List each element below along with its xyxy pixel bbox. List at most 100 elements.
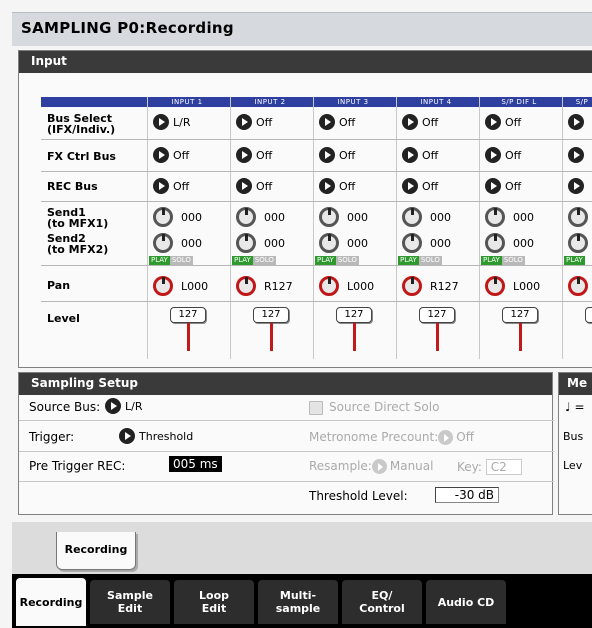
arrow-right-icon xyxy=(236,114,252,130)
pan-input1[interactable]: L000 xyxy=(153,276,208,296)
play-indicator[interactable]: PLAY xyxy=(481,256,502,265)
send1-input3[interactable]: 000 xyxy=(319,207,368,227)
play-solo-input4[interactable]: PLAY SOLO xyxy=(398,256,442,265)
arrow-right-icon xyxy=(402,147,418,163)
tab-sample-edit[interactable]: Sample Edit xyxy=(90,580,170,624)
level-slider-spdif-r[interactable]: 1 xyxy=(585,307,592,323)
threshold-level-value: -30 dB xyxy=(435,487,499,503)
pre-trigger-rec-field[interactable]: 005 ms xyxy=(169,456,222,472)
fx-ctrl-bus-input4[interactable]: Off xyxy=(402,147,438,163)
rec-bus-input2[interactable]: Off xyxy=(236,178,272,194)
arrow-right-icon xyxy=(153,114,169,130)
play-solo-input2[interactable]: PLAY SOLO xyxy=(232,256,276,265)
send2-input1[interactable]: 000 xyxy=(153,233,202,253)
play-indicator[interactable]: PLAY xyxy=(149,256,170,265)
source-bus-select[interactable]: L/R xyxy=(105,398,142,414)
rec-bus-value: Off xyxy=(422,179,439,193)
send1-input1[interactable]: 000 xyxy=(153,207,202,227)
bus-select-input2[interactable]: Off xyxy=(236,114,272,130)
metronome-tempo[interactable]: ♩ = xyxy=(565,400,585,414)
subtab-recording[interactable]: Recording xyxy=(56,532,136,570)
pan-knob-icon xyxy=(485,276,505,296)
trigger-select[interactable]: Threshold xyxy=(119,428,193,444)
rec-bus-value: Off xyxy=(339,179,356,193)
bus-select-input1[interactable]: L/R xyxy=(153,114,190,130)
pan-input4[interactable]: R127 xyxy=(402,276,459,296)
tab-audio-cd[interactable]: Audio CD xyxy=(426,580,506,624)
send1-input4[interactable]: 000 xyxy=(402,207,451,227)
bus-select-spdif-r[interactable] xyxy=(568,114,588,130)
play-solo-input3[interactable]: PLAY SOLO xyxy=(315,256,359,265)
send2-input2[interactable]: 000 xyxy=(236,233,285,253)
key-field[interactable]: Key: C2 xyxy=(457,459,522,475)
pan-input2[interactable]: R127 xyxy=(236,276,293,296)
arrow-right-icon xyxy=(402,114,418,130)
fx-ctrl-bus-input1[interactable]: Off xyxy=(153,147,189,163)
row-divider xyxy=(19,420,554,421)
rec-bus-spdif-r[interactable] xyxy=(568,178,588,194)
arrow-right-icon xyxy=(236,178,252,194)
bus-select-input3[interactable]: Off xyxy=(319,114,355,130)
tab-recording[interactable]: Recording xyxy=(16,578,86,626)
send2-spdif-r[interactable] xyxy=(568,233,592,253)
solo-indicator[interactable]: SOLO xyxy=(335,256,359,265)
knob-icon xyxy=(319,207,339,227)
pan-spdif-r[interactable] xyxy=(568,276,592,296)
tab-loop-edit[interactable]: Loop Edit xyxy=(174,580,254,624)
play-solo-spdif-r[interactable]: PLAY xyxy=(564,256,585,265)
rec-bus-input3[interactable]: Off xyxy=(319,178,355,194)
level-slider-input2[interactable]: 127 xyxy=(253,307,289,323)
play-indicator[interactable]: PLAY xyxy=(232,256,253,265)
send1-value: 000 xyxy=(181,210,202,224)
send2-value: 000 xyxy=(264,236,285,250)
play-indicator[interactable]: PLAY xyxy=(398,256,419,265)
fx-ctrl-bus-spdif-r[interactable] xyxy=(568,147,588,163)
play-solo-spdif-l[interactable]: PLAY SOLO xyxy=(481,256,525,265)
rec-bus-input1[interactable]: Off xyxy=(153,178,189,194)
resample-field[interactable]: Resample: Manual xyxy=(309,459,433,474)
solo-indicator[interactable]: SOLO xyxy=(418,256,442,265)
tab-multisample[interactable]: Multi- sample xyxy=(258,580,338,624)
send2-input4[interactable]: 000 xyxy=(402,233,451,253)
knob-icon xyxy=(236,207,256,227)
level-bar xyxy=(519,323,522,351)
column-header-spdif-r: S/P xyxy=(575,98,589,106)
level-slider-input4[interactable]: 127 xyxy=(419,307,455,323)
level-slider-input1[interactable]: 127 xyxy=(170,307,206,323)
play-indicator[interactable]: PLAY xyxy=(564,256,585,265)
send1-spdif-l[interactable]: 000 xyxy=(485,207,534,227)
send2-spdif-l[interactable]: 000 xyxy=(485,233,534,253)
fx-ctrl-bus-value: Off xyxy=(173,148,190,162)
pan-value: R127 xyxy=(264,279,293,293)
solo-indicator[interactable]: SOLO xyxy=(252,256,276,265)
metronome-panel-header: Me xyxy=(559,373,592,395)
row-divider xyxy=(41,301,592,302)
play-solo-input1[interactable]: PLAY SOLO xyxy=(149,256,193,265)
pre-trigger-rec-value: 005 xyxy=(173,457,196,471)
fx-ctrl-bus-input2[interactable]: Off xyxy=(236,147,272,163)
metronome-precount-field[interactable]: Metronome Precount: Off xyxy=(309,430,474,445)
send1-input2[interactable]: 000 xyxy=(236,207,285,227)
send1-spdif-r[interactable] xyxy=(568,207,592,227)
level-slider-input3[interactable]: 127 xyxy=(336,307,372,323)
pan-input3[interactable]: L000 xyxy=(319,276,374,296)
pan-spdif-l[interactable]: L000 xyxy=(485,276,540,296)
rec-bus-spdif-l[interactable]: Off xyxy=(485,178,521,194)
solo-indicator[interactable]: SOLO xyxy=(501,256,525,265)
bus-select-value: Off xyxy=(422,115,439,129)
column-header-bar: INPUT 1 INPUT 2 INPUT 3 INPUT 4 S/P DIF … xyxy=(41,97,592,107)
fx-ctrl-bus-input3[interactable]: Off xyxy=(319,147,355,163)
threshold-level-field[interactable]: -30 dB xyxy=(435,487,499,503)
tab-eq-control[interactable]: EQ/ Control xyxy=(342,580,422,624)
key-label: Key: xyxy=(457,460,482,474)
rec-bus-input4[interactable]: Off xyxy=(402,178,438,194)
level-slider-spdif-l[interactable]: 127 xyxy=(502,307,538,323)
bus-select-spdif-l[interactable]: Off xyxy=(485,114,521,130)
fx-ctrl-bus-spdif-l[interactable]: Off xyxy=(485,147,521,163)
trigger-value: Threshold xyxy=(139,429,194,443)
play-indicator[interactable]: PLAY xyxy=(315,256,336,265)
bus-select-input4[interactable]: Off xyxy=(402,114,438,130)
send2-input3[interactable]: 000 xyxy=(319,233,368,253)
source-direct-solo-checkbox[interactable]: Source Direct Solo xyxy=(309,400,439,415)
solo-indicator[interactable]: SOLO xyxy=(169,256,193,265)
